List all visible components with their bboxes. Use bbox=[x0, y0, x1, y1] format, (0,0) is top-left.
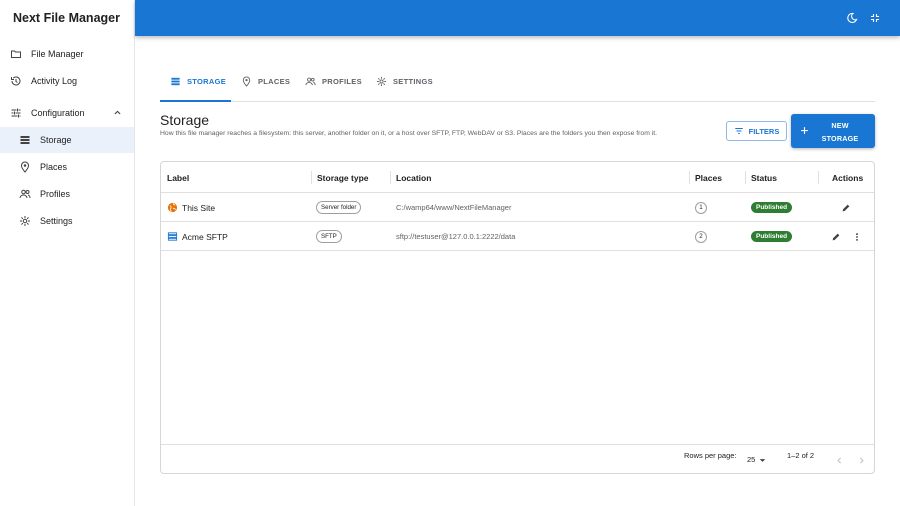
storage-type-chip: SFTP bbox=[316, 230, 342, 243]
sidebar-item-profiles[interactable]: Profiles bbox=[0, 181, 134, 207]
new-storage-label-line2: STORAGE bbox=[821, 134, 859, 143]
history-icon bbox=[10, 75, 22, 87]
row-location: C:/wamp64/www/NextFileManager bbox=[396, 203, 512, 212]
more-vert-icon[interactable] bbox=[852, 232, 862, 242]
row-type-cell: SFTP bbox=[316, 222, 342, 251]
table-pagination: Rows per page: 25 1–2 of 2 bbox=[161, 444, 874, 474]
place-icon bbox=[242, 76, 251, 87]
people-icon bbox=[305, 77, 316, 86]
app-bar bbox=[135, 0, 900, 36]
row-label-cell: Acme SFTP bbox=[167, 222, 228, 251]
sidebar-item-places[interactable]: Places bbox=[0, 154, 134, 180]
filters-button[interactable]: FILTERS bbox=[726, 121, 787, 141]
next-page-icon[interactable] bbox=[857, 456, 866, 465]
sidebar-item-file-manager[interactable]: File Manager bbox=[0, 41, 134, 67]
sidebar-item-label: Configuration bbox=[31, 108, 85, 118]
edit-icon[interactable] bbox=[831, 232, 841, 242]
column-divider bbox=[689, 171, 690, 184]
storage-icon bbox=[171, 77, 180, 86]
storage-icon bbox=[167, 232, 178, 241]
dark-mode-icon[interactable] bbox=[846, 12, 858, 24]
row-location: sftp://testuser@127.0.0.1:2222/data bbox=[396, 232, 516, 241]
page-title: Storage bbox=[160, 112, 210, 128]
column-divider bbox=[311, 171, 312, 184]
sidebar-item-storage[interactable]: Storage bbox=[0, 127, 134, 153]
row-status-cell: Published bbox=[751, 222, 793, 251]
new-storage-label: NEW STORAGE bbox=[819, 119, 861, 145]
row-label-cell: This Site bbox=[167, 193, 215, 222]
tab-label: PROFILES bbox=[322, 77, 362, 86]
filter-icon bbox=[734, 127, 743, 135]
sidebar: Next File Manager File Manager Activity … bbox=[0, 0, 135, 506]
chevron-up-icon[interactable] bbox=[113, 108, 122, 117]
places-count-badge: 2 bbox=[695, 230, 707, 243]
column-divider bbox=[390, 171, 391, 184]
sidebar-item-settings[interactable]: Settings bbox=[0, 208, 134, 234]
gear-icon bbox=[376, 76, 387, 87]
places-count-badge: 1 bbox=[695, 201, 707, 214]
tab-storage[interactable]: STORAGE bbox=[170, 62, 226, 101]
row-type-cell: Server folder bbox=[316, 193, 362, 222]
new-storage-label-line1: NEW bbox=[831, 121, 849, 130]
folder-icon bbox=[10, 48, 22, 60]
people-icon bbox=[19, 188, 31, 200]
new-storage-button[interactable]: NEW STORAGE bbox=[791, 114, 875, 148]
storage-type-chip: Server folder bbox=[316, 201, 362, 214]
col-header-storage-type[interactable]: Storage type bbox=[317, 162, 369, 193]
sidebar-item-label: File Manager bbox=[31, 49, 84, 59]
column-divider bbox=[818, 171, 819, 184]
col-header-places[interactable]: Places bbox=[695, 162, 722, 193]
tab-label: PLACES bbox=[258, 77, 291, 86]
prev-page-icon[interactable] bbox=[835, 456, 844, 465]
sidebar-item-label: Storage bbox=[40, 135, 72, 145]
sidebar-item-label: Profiles bbox=[40, 189, 71, 199]
row-places-cell: 1 bbox=[695, 193, 707, 222]
row-places-cell: 2 bbox=[695, 222, 707, 251]
active-tab-indicator bbox=[160, 100, 231, 102]
table-row[interactable]: This Site Server folder C:/wamp64/www/Ne… bbox=[161, 193, 874, 222]
dropdown-caret-icon[interactable] bbox=[759, 458, 766, 463]
tab-label: STORAGE bbox=[187, 77, 227, 86]
sidebar-item-label: Places bbox=[40, 162, 68, 172]
sidebar-item-label: Activity Log bbox=[31, 76, 78, 86]
tab-profiles[interactable]: PROFILES bbox=[305, 62, 362, 101]
tune-icon bbox=[10, 107, 22, 119]
page-description: How this file manager reaches a filesyst… bbox=[160, 130, 658, 137]
table-header: Label Storage type Location Places Statu… bbox=[161, 162, 874, 193]
pagination-range: 1–2 of 2 bbox=[787, 451, 815, 460]
storage-icon bbox=[19, 134, 31, 146]
column-divider bbox=[745, 171, 746, 184]
tab-places[interactable]: PLACES bbox=[241, 62, 290, 101]
row-label: This Site bbox=[182, 202, 216, 213]
tab-settings[interactable]: SETTINGS bbox=[376, 62, 433, 101]
col-header-actions: Actions bbox=[832, 172, 864, 183]
status-badge: Published bbox=[751, 231, 793, 242]
sidebar-item-activity-log[interactable]: Activity Log bbox=[0, 68, 134, 94]
gear-icon bbox=[19, 215, 31, 227]
tab-label: SETTINGS bbox=[393, 77, 433, 86]
col-header-label[interactable]: Label bbox=[167, 162, 189, 193]
col-header-location[interactable]: Location bbox=[396, 162, 431, 193]
tab-bar: STORAGE PLACES PROFILES SETTINGS bbox=[160, 62, 875, 102]
col-header-status[interactable]: Status bbox=[751, 162, 777, 193]
table-row[interactable]: Acme SFTP SFTP sftp://testuser@127.0.0.1… bbox=[161, 222, 874, 251]
rows-per-page-select[interactable]: 25 bbox=[747, 455, 755, 464]
status-badge: Published bbox=[751, 202, 793, 213]
plus-icon bbox=[801, 127, 808, 134]
rows-per-page-label: Rows per page: bbox=[684, 451, 737, 460]
app-title: Next File Manager bbox=[13, 11, 120, 25]
sidebar-item-configuration[interactable]: Configuration bbox=[0, 100, 134, 126]
sidebar-item-label: Settings bbox=[40, 216, 73, 226]
filters-label: FILTERS bbox=[748, 126, 780, 136]
row-status-cell: Published bbox=[751, 193, 793, 222]
edit-icon[interactable] bbox=[841, 203, 851, 213]
row-label: Acme SFTP bbox=[182, 231, 228, 242]
place-icon bbox=[19, 161, 31, 173]
globe-icon bbox=[167, 202, 178, 213]
storage-table: Label Storage type Location Places Statu… bbox=[160, 161, 875, 474]
fullscreen-exit-icon[interactable] bbox=[869, 12, 881, 24]
